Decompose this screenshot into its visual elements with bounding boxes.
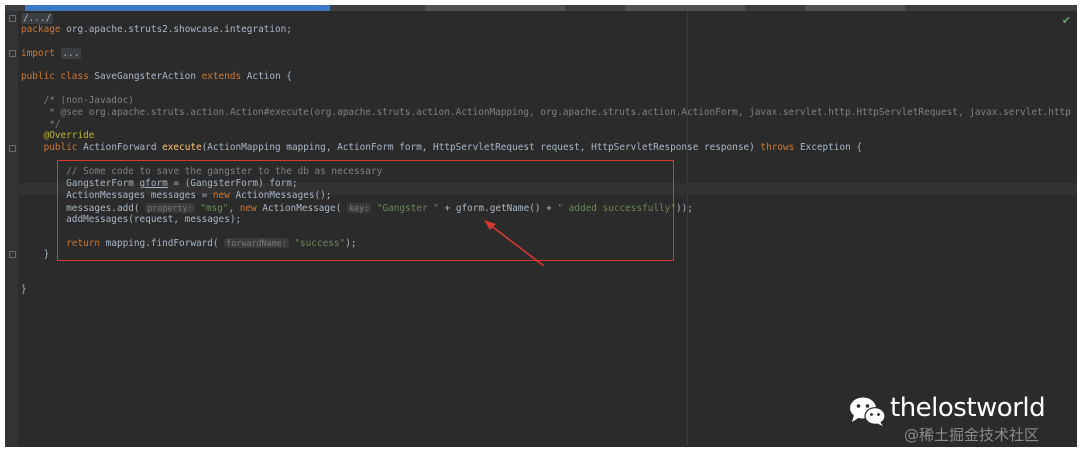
site-watermark: @稀土掘金技术社区: [904, 426, 1040, 444]
arrow-annotation: [484, 220, 545, 267]
wechat-icon: [850, 397, 886, 426]
code-editor[interactable]: ✔ /.../ package org.apache.struts2.showc…: [5, 5, 1077, 447]
watermark-name: thelostworld: [890, 393, 1046, 423]
